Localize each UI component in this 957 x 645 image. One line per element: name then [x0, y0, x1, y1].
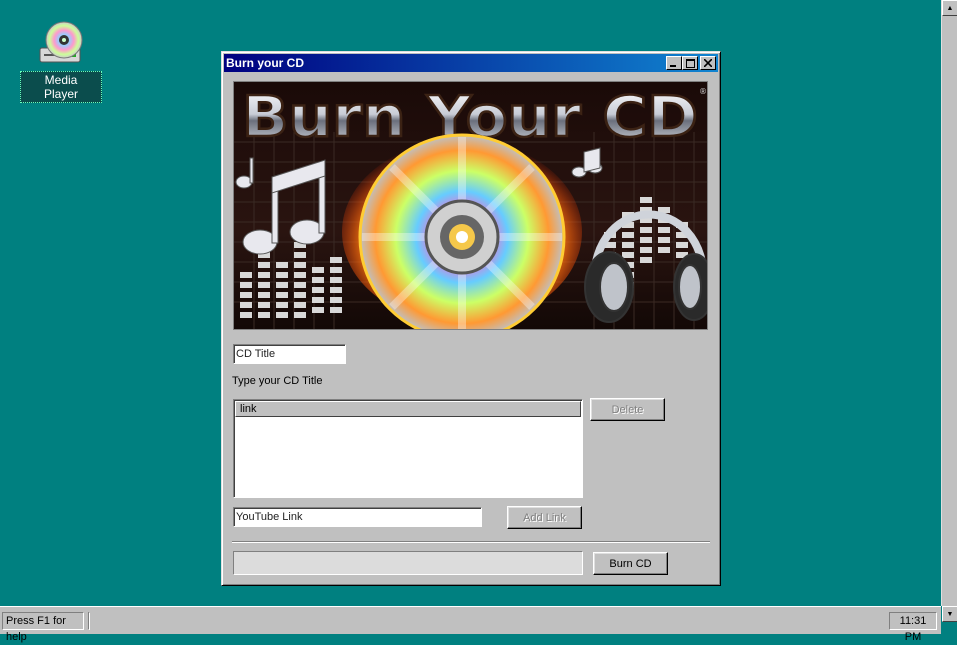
- scroll-down-button[interactable]: ▼: [942, 606, 957, 622]
- youtube-link-input[interactable]: [234, 508, 481, 526]
- cd-title-input[interactable]: [234, 345, 345, 363]
- status-help-text: Press F1 for help: [2, 612, 84, 643]
- status-bar: Press F1 for help 11:31 PM: [0, 606, 941, 643]
- burn-your-cd-banner: Burn Your CD ®: [233, 81, 708, 330]
- status-clock: 11:31 PM: [889, 612, 937, 643]
- cd-title-field[interactable]: [233, 344, 346, 364]
- arrow-up-icon: ▲: [946, 4, 954, 12]
- divider: [232, 541, 710, 543]
- close-button[interactable]: [700, 56, 716, 70]
- maximize-icon: [685, 58, 695, 68]
- list-column-header-link[interactable]: link: [235, 401, 581, 417]
- youtube-link-field[interactable]: [233, 507, 482, 527]
- status-separator: [88, 612, 90, 630]
- arrow-down-icon: ▼: [946, 610, 954, 618]
- delete-button[interactable]: Delete: [590, 398, 665, 421]
- maximize-button[interactable]: [682, 56, 698, 70]
- banner-trademark: ®: [699, 87, 707, 96]
- scroll-up-button[interactable]: ▲: [942, 0, 957, 16]
- desktop-icon-label: Media Player: [20, 71, 102, 103]
- minimize-button[interactable]: [666, 56, 682, 70]
- vertical-scrollbar[interactable]: ▲ ▼: [941, 0, 957, 622]
- window-title: Burn your CD: [226, 56, 304, 70]
- window-titlebar[interactable]: Burn your CD: [224, 54, 718, 72]
- close-icon: [704, 59, 712, 67]
- burn-cd-window: Burn your CD Burn Your CD ® CD Title Typ…: [221, 51, 721, 586]
- cd-title-hint: Type your CD Title: [232, 375, 323, 387]
- desktop-icon-media-player[interactable]: Media Player: [20, 18, 102, 103]
- burn-cd-button[interactable]: Burn CD: [593, 552, 668, 575]
- burn-progress-bar: [233, 551, 583, 575]
- link-list[interactable]: link: [233, 399, 583, 498]
- minimize-icon: [670, 65, 676, 67]
- add-link-button[interactable]: Add Link: [507, 506, 582, 529]
- cd-drive-icon: [36, 18, 86, 68]
